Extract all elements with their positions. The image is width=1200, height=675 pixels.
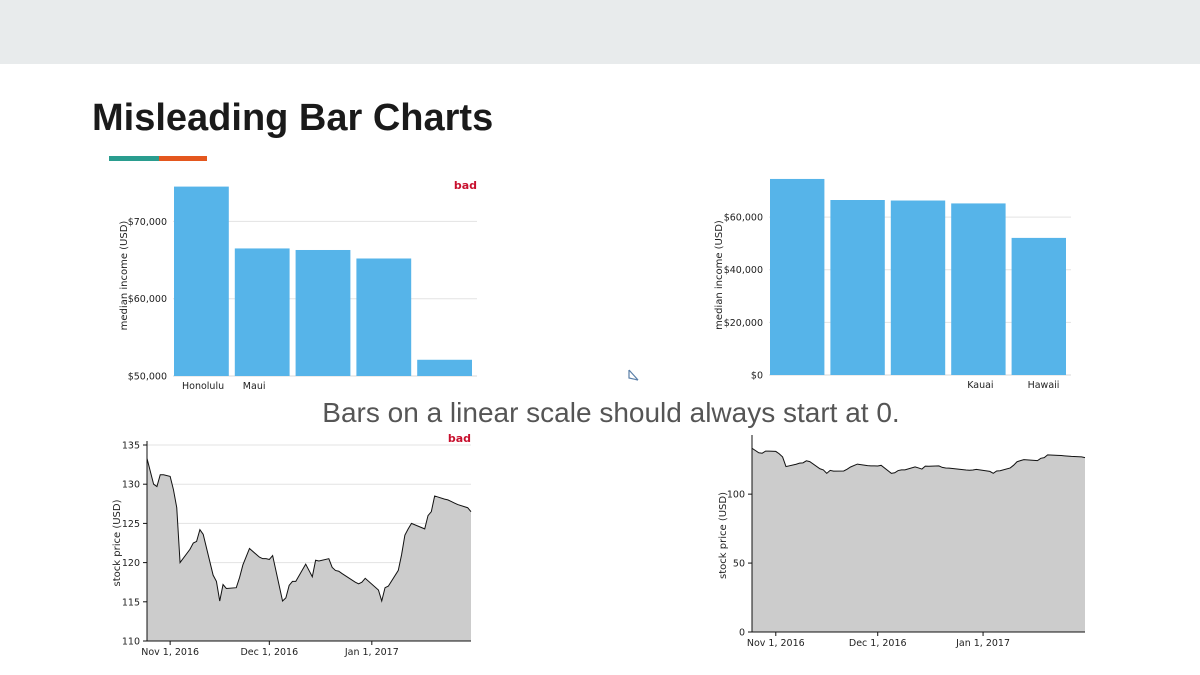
bar xyxy=(890,200,946,375)
accent-bar-orange xyxy=(159,156,207,161)
income-bar-chart-zero-based: $0 $20,000 $40,000 $60,000 Kauai Hawaii median… xyxy=(714,178,1071,391)
bar xyxy=(951,203,1006,375)
bar xyxy=(174,186,229,376)
x-tick-label: Nov 1, 2016 xyxy=(747,638,805,649)
x-tick-label: Jan 1, 2017 xyxy=(344,647,399,658)
y-tick-label: 50 xyxy=(733,559,745,570)
y-axis-label: median income (USD) xyxy=(119,221,130,331)
y-tick-label: $40,000 xyxy=(724,265,763,276)
bar xyxy=(830,200,885,375)
y-tick-label: $60,000 xyxy=(128,294,167,305)
bar xyxy=(356,258,412,376)
bad-label: bad xyxy=(454,179,477,192)
x-tick-label: Dec 1, 2016 xyxy=(240,647,298,658)
y-axis-label: stock price (USD) xyxy=(718,492,729,579)
bar xyxy=(770,178,825,375)
caption-banner: Bars on a linear scale should always sta… xyxy=(0,393,1200,433)
y-tick-label: $50,000 xyxy=(128,372,167,383)
stock-area-chart-truncated: 110 115 120 125 130 135 Nov 1, 2016 Dec 1, 2016… xyxy=(112,432,472,658)
x-tick-label: Hawaii xyxy=(1028,380,1060,391)
bar xyxy=(234,248,290,376)
y-tick-label: $70,000 xyxy=(128,217,167,228)
stock-area-chart-zero-based: 0 50 100 Nov 1, 2016 Dec 1, 2016 Jan 1, 2017 s… xyxy=(718,435,1086,649)
x-tick-label: Kauai xyxy=(967,380,993,391)
mouse-cursor-icon xyxy=(628,369,639,381)
y-tick-label: 125 xyxy=(122,519,140,530)
x-tick-label: Dec 1, 2016 xyxy=(849,638,907,649)
x-tick-label: Nov 1, 2016 xyxy=(141,647,199,658)
x-tick-label: Honolulu xyxy=(182,381,224,392)
x-tick-label: Jan 1, 2017 xyxy=(955,638,1010,649)
y-tick-label: 120 xyxy=(122,558,140,569)
y-axis-label: median income (USD) xyxy=(714,220,725,330)
area-fill xyxy=(752,448,1085,632)
top-bar xyxy=(0,0,1200,64)
y-tick-label: $20,000 xyxy=(724,318,763,329)
y-tick-label: $0 xyxy=(751,371,763,382)
y-tick-label: 135 xyxy=(122,441,140,452)
y-tick-label: 115 xyxy=(122,597,140,608)
y-tick-label: 100 xyxy=(727,490,745,501)
slide-title: Misleading Bar Charts xyxy=(92,97,494,139)
y-tick-label: 0 xyxy=(739,628,745,639)
y-tick-label: 130 xyxy=(122,480,140,491)
x-tick-label: Maui xyxy=(243,381,266,392)
bar xyxy=(417,359,472,376)
income-bar-chart-truncated: $50,000 $60,000 $70,000 Honolulu Maui median … xyxy=(119,179,477,392)
bar xyxy=(1011,237,1066,375)
caption-text: Bars on a linear scale should always sta… xyxy=(312,397,910,428)
bad-label: bad xyxy=(448,432,471,445)
accent-bar-teal xyxy=(109,156,159,161)
bar xyxy=(295,249,351,376)
y-tick-label: $60,000 xyxy=(724,213,763,224)
area-fill xyxy=(147,458,471,641)
y-tick-label: 110 xyxy=(122,637,140,648)
y-axis-label: stock price (USD) xyxy=(112,499,123,586)
